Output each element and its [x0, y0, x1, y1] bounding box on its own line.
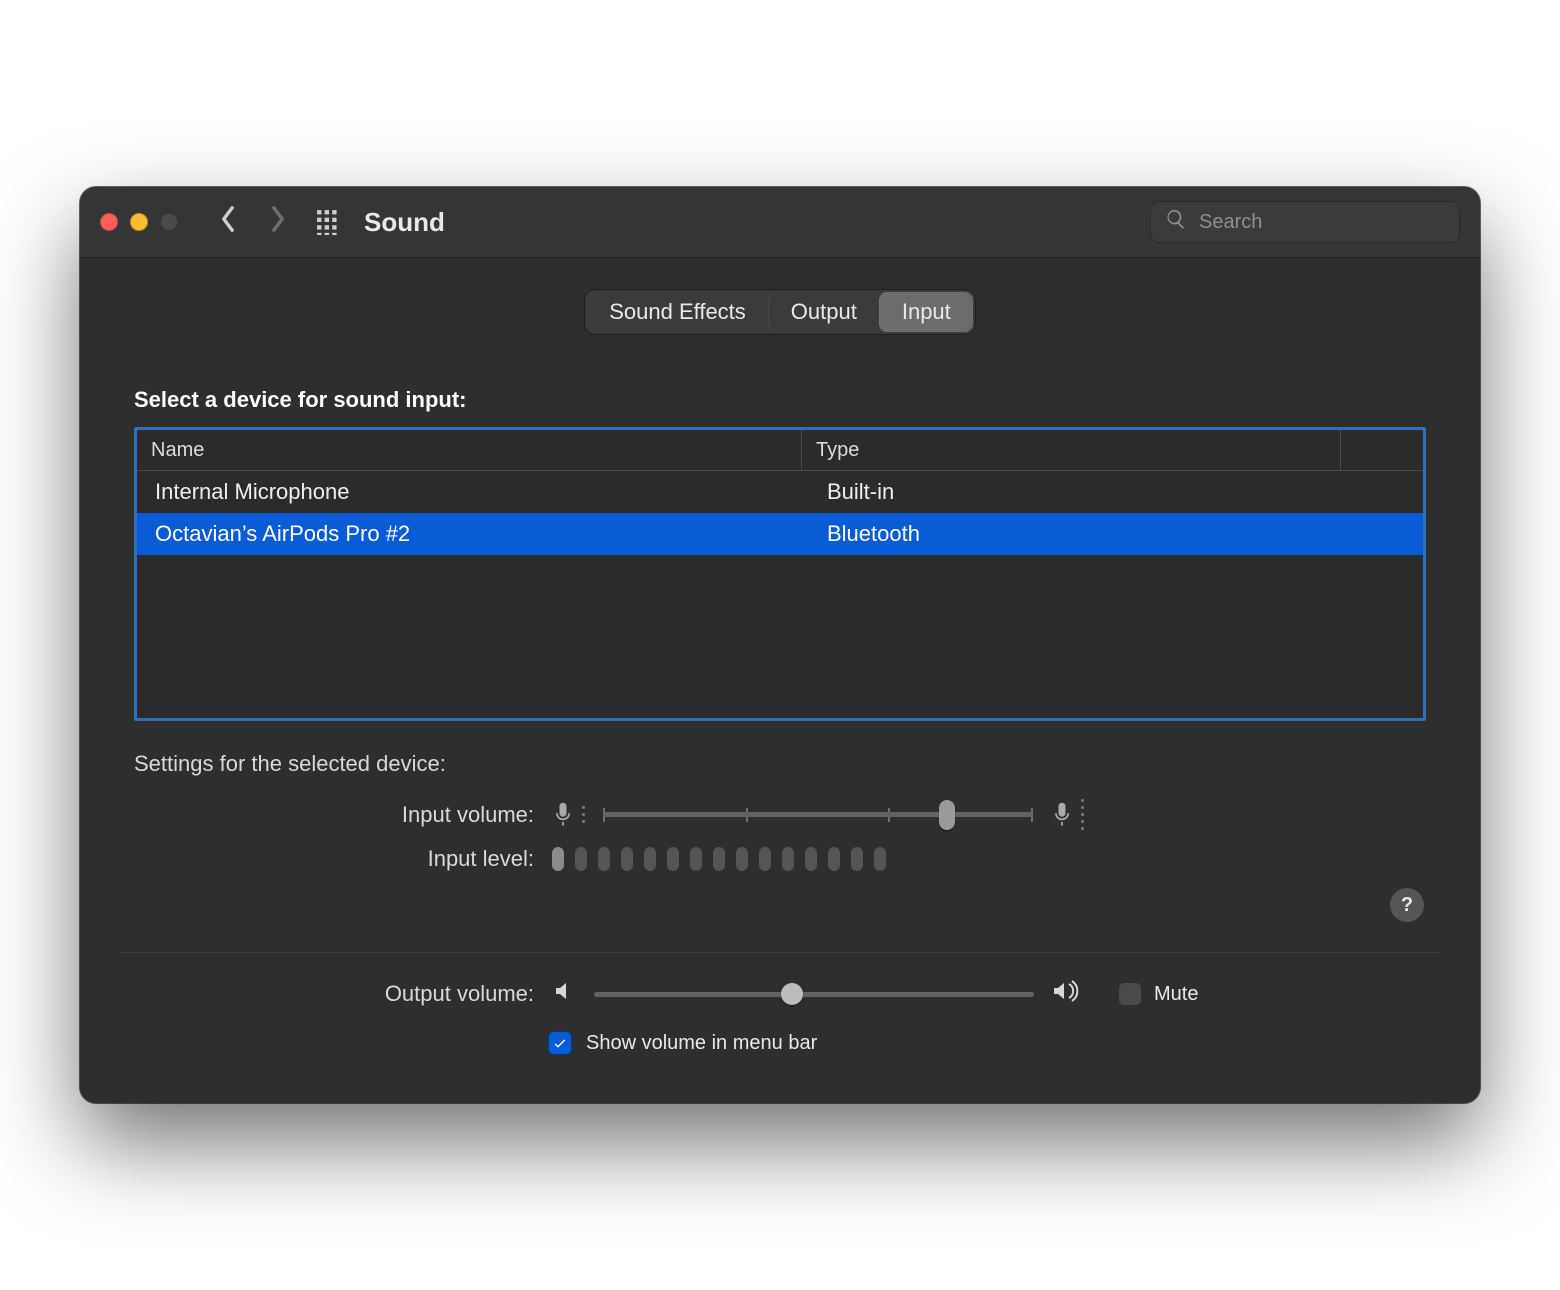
level-bar [690, 847, 702, 871]
titlebar: Sound [80, 187, 1480, 258]
tab-sound-effects[interactable]: Sound Effects [587, 292, 768, 332]
back-button[interactable] [218, 205, 238, 239]
speaker-low-icon [552, 979, 576, 1009]
tab-output[interactable]: Output [768, 292, 879, 332]
level-bar [713, 847, 725, 871]
search-field[interactable] [1150, 201, 1460, 243]
input-volume-label: Input volume: [134, 802, 534, 828]
input-volume-slider[interactable] [603, 800, 1033, 830]
device-list-header: Name Type [137, 430, 1423, 471]
search-icon [1165, 208, 1187, 236]
preferences-window: Sound Sound Effects Output Input Select … [80, 187, 1480, 1103]
level-bar [759, 847, 771, 871]
level-bar [874, 847, 886, 871]
output-volume-label: Output volume: [134, 981, 534, 1007]
device-type: Built-in [809, 479, 1423, 505]
input-section-title: Select a device for sound input: [134, 387, 1426, 413]
minimize-window-button[interactable] [130, 213, 148, 231]
level-bar [575, 847, 587, 871]
level-bar [851, 847, 863, 871]
level-bar [782, 847, 794, 871]
device-row[interactable]: Internal Microphone Built-in [137, 471, 1423, 513]
zoom-window-button[interactable] [160, 213, 178, 231]
selected-device-settings-title: Settings for the selected device: [134, 751, 1426, 777]
device-type: Bluetooth [809, 521, 1423, 547]
level-bar [621, 847, 633, 871]
mic-low-icon [552, 801, 585, 829]
forward-button[interactable] [268, 205, 288, 239]
show-all-button[interactable] [316, 209, 342, 235]
device-row[interactable]: Octavian’s AirPods Pro #2 Bluetooth [137, 513, 1423, 555]
show-volume-menubar-checkbox[interactable] [548, 1031, 572, 1055]
tabs: Sound Effects Output Input [585, 290, 975, 334]
help-button[interactable]: ? [1390, 888, 1424, 922]
output-volume-slider[interactable] [594, 979, 1034, 1009]
close-window-button[interactable] [100, 213, 118, 231]
nav-buttons [218, 205, 288, 239]
level-bar [598, 847, 610, 871]
page-title: Sound [364, 207, 445, 238]
level-bar [552, 847, 564, 871]
mute-checkbox[interactable] [1118, 982, 1142, 1006]
level-bar [736, 847, 748, 871]
mute-label: Mute [1154, 983, 1198, 1006]
input-device-list[interactable]: Name Type Internal Microphone Built-in O… [134, 427, 1426, 721]
input-level-label: Input level: [134, 846, 534, 872]
device-name: Internal Microphone [137, 479, 809, 505]
traffic-lights [100, 213, 178, 231]
input-level-meter [552, 847, 886, 871]
divider [120, 952, 1440, 953]
mic-high-icon [1051, 799, 1084, 830]
level-bar [805, 847, 817, 871]
column-name[interactable]: Name [137, 439, 801, 462]
column-spacer [1340, 430, 1423, 470]
column-type[interactable]: Type [801, 430, 1340, 470]
level-bar [828, 847, 840, 871]
show-volume-menubar-label: Show volume in menu bar [586, 1032, 817, 1055]
level-bar [667, 847, 679, 871]
level-bar [644, 847, 656, 871]
content: Sound Effects Output Input Select a devi… [80, 258, 1480, 1103]
speaker-high-icon [1052, 979, 1082, 1009]
device-name: Octavian’s AirPods Pro #2 [137, 521, 809, 547]
search-input[interactable] [1197, 210, 1401, 235]
tab-input[interactable]: Input [879, 292, 973, 332]
